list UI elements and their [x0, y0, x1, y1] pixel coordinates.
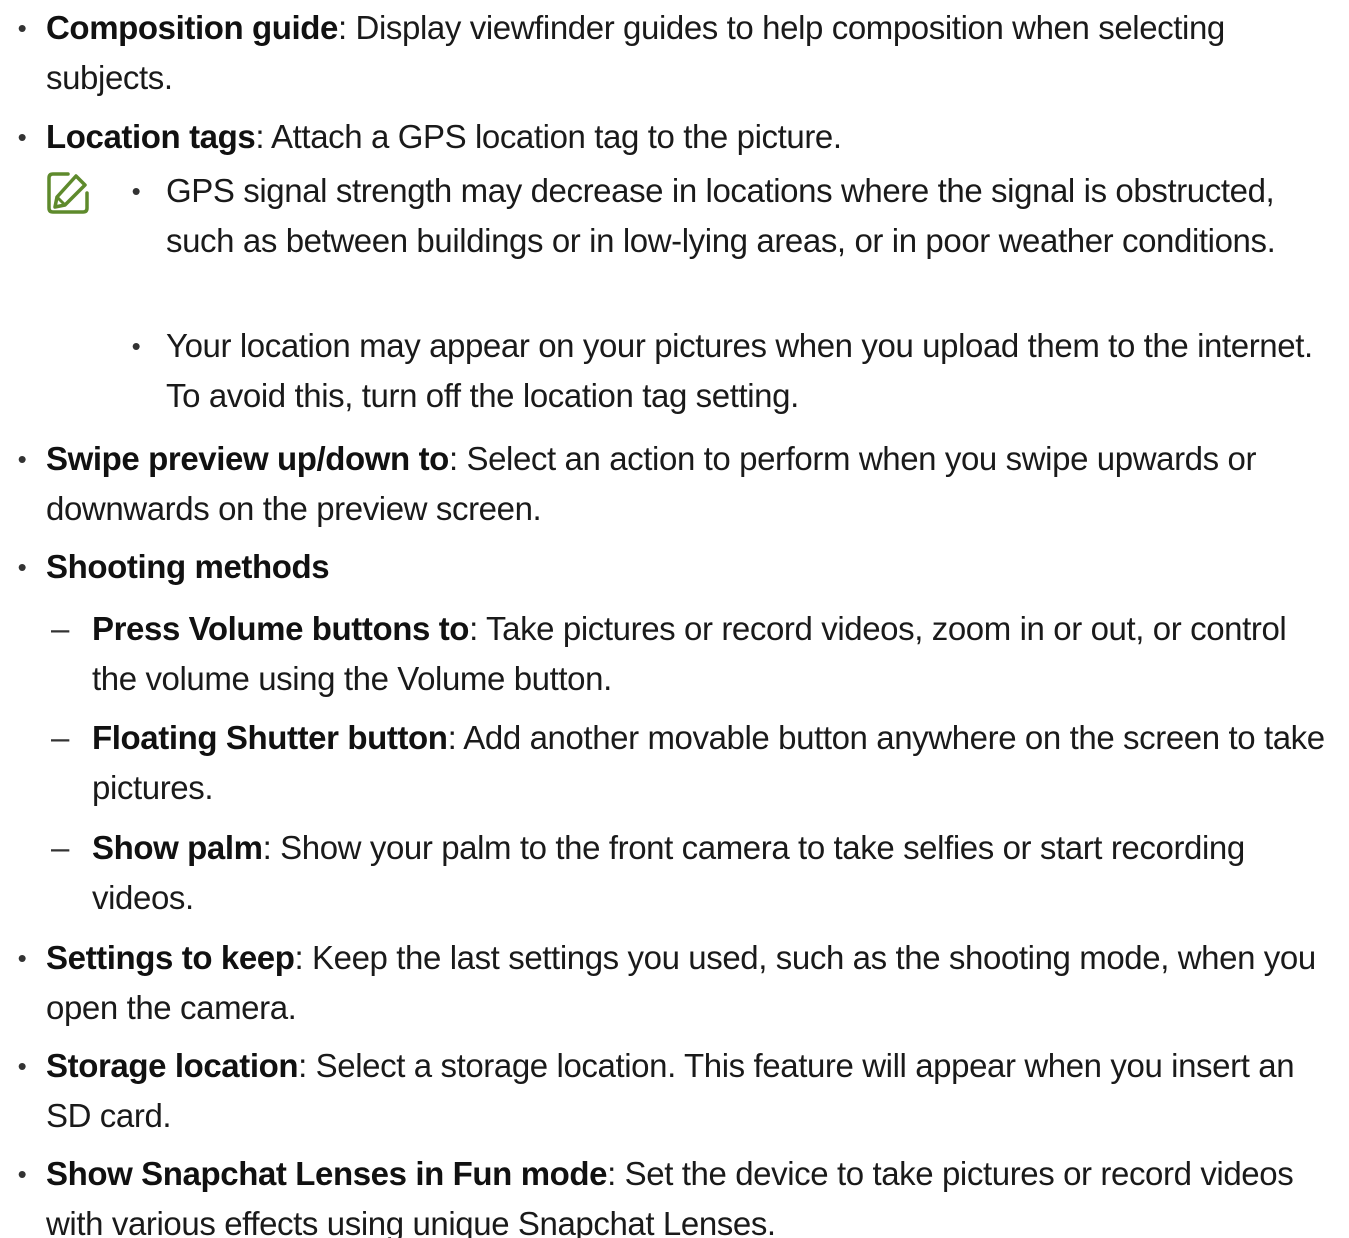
dash: –	[51, 829, 69, 866]
item-description: : Attach a GPS location tag to the pictu…	[255, 118, 842, 155]
item-term: Swipe preview up/down to	[46, 440, 449, 477]
note-item-location-privacy: • Your location may appear on your pictu…	[0, 321, 1349, 421]
item-text: Press Volume buttons to: Take pictures o…	[92, 604, 1329, 704]
item-term: Location tags	[46, 118, 256, 155]
list-item-storage-location: • Storage location: Select a storage loc…	[0, 1041, 1349, 1141]
manual-page: • Composition guide: Display viewfinder …	[0, 0, 1349, 1238]
item-text: Storage location: Select a storage locat…	[46, 1041, 1329, 1141]
bullet: •	[131, 331, 141, 361]
item-text: Show palm: Show your palm to the front c…	[92, 823, 1329, 923]
list-item-composition-guide: • Composition guide: Display viewfinder …	[0, 3, 1349, 103]
item-term: Floating Shutter button	[92, 719, 448, 756]
sub-item-press-volume-buttons: – Press Volume buttons to: Take pictures…	[0, 604, 1349, 704]
bullet: •	[17, 122, 27, 152]
list-item-settings-to-keep: • Settings to keep: Keep the last settin…	[0, 933, 1349, 1033]
item-text: Shooting methods	[46, 542, 1329, 592]
item-term: Composition guide	[46, 9, 339, 46]
item-term: Shooting methods	[46, 548, 330, 585]
item-term: Show Snapchat Lenses in Fun mode	[46, 1155, 608, 1192]
note-text: Your location may appear on your picture…	[166, 327, 1313, 414]
item-text: Swipe preview up/down to: Select an acti…	[46, 434, 1329, 534]
bullet: •	[17, 552, 27, 582]
note-text: GPS signal strength may decrease in loca…	[166, 172, 1276, 259]
note-item-gps-signal: • GPS signal strength may decrease in lo…	[0, 166, 1349, 316]
sub-item-floating-shutter-button: – Floating Shutter button: Add another m…	[0, 713, 1349, 813]
bullet: •	[131, 176, 141, 206]
item-text: Composition guide: Display viewfinder gu…	[46, 3, 1329, 103]
bullet: •	[17, 444, 27, 474]
item-text: Show Snapchat Lenses in Fun mode: Set th…	[46, 1149, 1329, 1238]
dash: –	[51, 610, 69, 647]
list-item-location-tags: • Location tags: Attach a GPS location t…	[0, 112, 1349, 162]
item-text: Settings to keep: Keep the last settings…	[46, 933, 1329, 1033]
list-item-show-snapchat-lenses: • Show Snapchat Lenses in Fun mode: Set …	[0, 1149, 1349, 1238]
item-term: Show palm	[92, 829, 263, 866]
item-term: Press Volume buttons to	[92, 610, 470, 647]
bullet: •	[17, 1159, 27, 1189]
dash: –	[51, 719, 69, 756]
bullet: •	[17, 1051, 27, 1081]
bullet: •	[17, 943, 27, 973]
item-term: Storage location	[46, 1047, 299, 1084]
item-description: : Show your palm to the front camera to …	[92, 829, 1245, 916]
list-item-swipe-preview: • Swipe preview up/down to: Select an ac…	[0, 434, 1349, 534]
sub-item-show-palm: – Show palm: Show your palm to the front…	[0, 823, 1349, 923]
item-term: Settings to keep	[46, 939, 295, 976]
bullet: •	[17, 13, 27, 43]
list-item-shooting-methods: • Shooting methods	[0, 542, 1349, 592]
item-text: Floating Shutter button: Add another mov…	[92, 713, 1329, 813]
item-text: Location tags: Attach a GPS location tag…	[46, 112, 1329, 162]
